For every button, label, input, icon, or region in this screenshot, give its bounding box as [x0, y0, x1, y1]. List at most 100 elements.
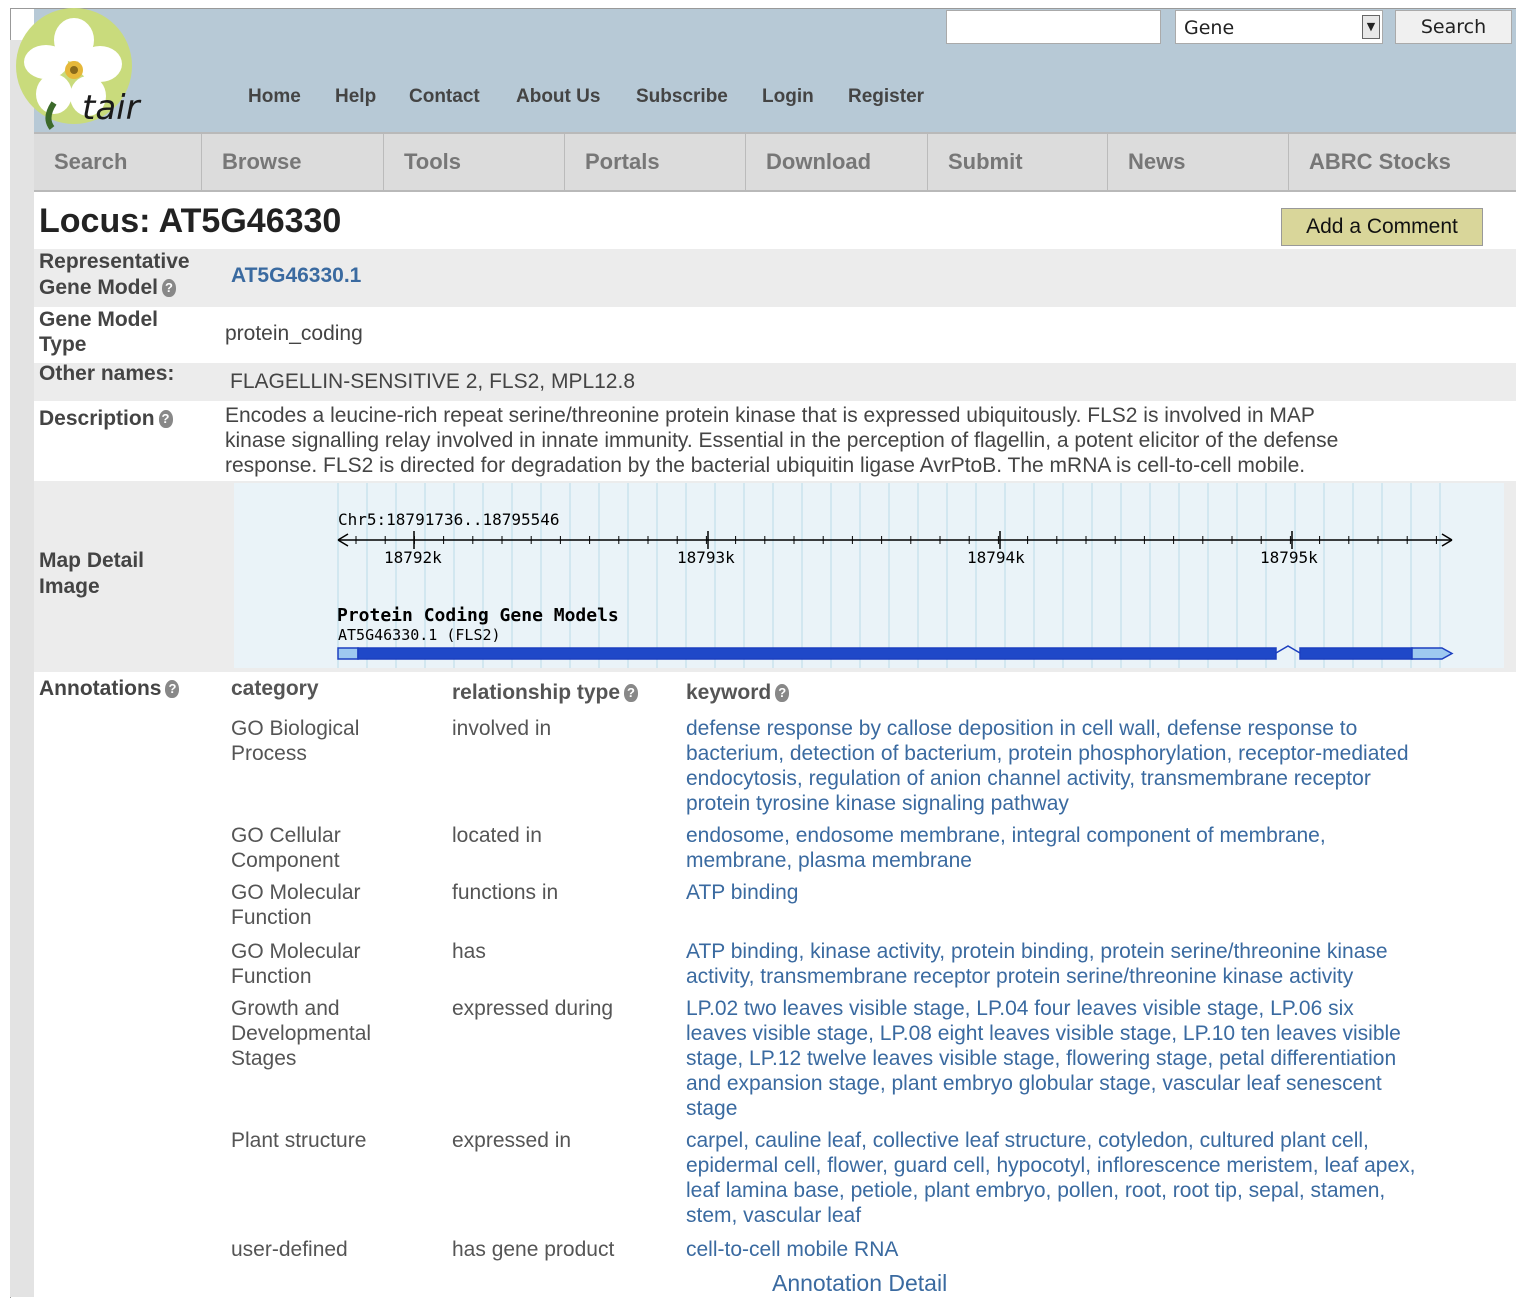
map-tick-label: 18792k — [384, 548, 442, 567]
annotation-keywords[interactable]: LP.02 two leaves visible stage, LP.04 fo… — [686, 996, 1501, 1121]
nav-search[interactable]: Search — [34, 134, 202, 190]
keyword-line[interactable]: endosome, endosome membrane, integral co… — [686, 823, 1501, 848]
annotation-relationship: located in — [452, 824, 542, 847]
rep-gene-model-link[interactable]: AT5G46330.1 — [231, 263, 361, 288]
gene-exon-2[interactable] — [1299, 647, 1413, 660]
annotation-category-line: Growth and — [231, 997, 340, 1020]
map-label-line1: Map Detail — [39, 549, 145, 572]
annotation-category-line: Stages — [231, 1047, 297, 1070]
page-title: Locus: AT5G46330 — [39, 202, 342, 240]
map-tick-label: 18793k — [677, 548, 735, 567]
annotation-category-line: GO Molecular — [231, 881, 361, 904]
annotation-category-line: user-defined — [231, 1238, 348, 1261]
nav-tools[interactable]: Tools — [384, 134, 565, 190]
help-icon[interactable]: ? — [624, 684, 639, 702]
annotation-keywords[interactable]: carpel, cauline leaf, collective leaf st… — [686, 1128, 1501, 1228]
keyword-line[interactable]: ATP binding, kinase activity, protein bi… — [686, 939, 1501, 964]
keyword-line[interactable]: stage — [686, 1096, 1501, 1121]
keyword-line[interactable]: epidermal cell, flower, guard cell, hypo… — [686, 1153, 1501, 1178]
annotation-category-line: Plant structure — [231, 1129, 367, 1152]
search-type-select[interactable]: Gene ▼ — [1175, 10, 1383, 44]
main-nav: Search Browse Tools Portals Download Sub… — [34, 132, 1516, 192]
annotation-category: GO Cellular Component — [231, 823, 341, 873]
keyword-line[interactable]: LP.02 two leaves visible stage, LP.04 fo… — [686, 996, 1501, 1021]
annotation-relationship: functions in — [452, 881, 559, 904]
annotation-detail-link[interactable]: Annotation Detail — [772, 1270, 947, 1297]
nav-news[interactable]: News — [1108, 134, 1289, 190]
link-subscribe[interactable]: Subscribe — [636, 86, 728, 108]
col-relationship-text: relationship type — [452, 681, 621, 704]
keyword-line[interactable]: stem, vascular leaf — [686, 1203, 1501, 1228]
map-label-line2: Image — [39, 575, 100, 598]
annotation-category: GO Molecular Function — [231, 939, 361, 989]
annotation-category-line: Component — [231, 849, 340, 872]
col-category: category — [231, 677, 319, 700]
keyword-line[interactable]: protein tyrosine kinase signaling pathwa… — [686, 791, 1501, 816]
nav-submit[interactable]: Submit — [928, 134, 1108, 190]
description-label: Description? — [39, 406, 173, 432]
gene-utr-3 — [1411, 647, 1454, 660]
nav-abrc-stocks[interactable]: ABRC Stocks — [1289, 134, 1516, 190]
keyword-line[interactable]: defense response by callose deposition i… — [686, 716, 1501, 741]
annotation-keywords[interactable]: endosome, endosome membrane, integral co… — [686, 823, 1501, 873]
annotation-relationship: has — [452, 940, 486, 963]
gene-intron — [1275, 645, 1301, 654]
search-button[interactable]: Search — [1395, 10, 1512, 44]
nav-browse[interactable]: Browse — [202, 134, 384, 190]
help-icon[interactable]: ? — [162, 279, 177, 297]
row-other-names: Other names: FLAGELLIN-SENSITIVE 2, FLS2… — [34, 362, 1516, 401]
keyword-line[interactable]: leaf lamina base, petiole, plant embryo,… — [686, 1178, 1501, 1203]
nav-portals[interactable]: Portals — [565, 134, 746, 190]
type-label: Gene Model Type — [39, 307, 158, 357]
annotation-category-line: Function — [231, 906, 312, 929]
keyword-line[interactable]: and expansion stage, plant embryo globul… — [686, 1071, 1501, 1096]
link-login[interactable]: Login — [762, 86, 814, 108]
help-icon[interactable]: ? — [775, 684, 790, 702]
link-help[interactable]: Help — [335, 86, 376, 108]
col-relationship-type: relationship type? — [452, 681, 639, 705]
keyword-line[interactable]: carpel, cauline leaf, collective leaf st… — [686, 1128, 1501, 1153]
annotation-relationship: has gene product — [452, 1238, 615, 1261]
rep-label-line2: Gene Model? — [39, 275, 190, 301]
keyword-line[interactable]: stage, LP.12 twelve leaves visible stage… — [686, 1046, 1501, 1071]
annotation-relationship: involved in — [452, 717, 552, 740]
annotations-label-text: Annotations — [39, 677, 162, 700]
annotation-keywords[interactable]: defense response by callose deposition i… — [686, 716, 1501, 816]
keyword-line[interactable]: bacterium, detection of bacterium, prote… — [686, 741, 1501, 766]
nav-download[interactable]: Download — [746, 134, 928, 190]
rep-label-text: Gene Model — [39, 276, 159, 299]
keyword-line[interactable]: leaves visible stage, LP.08 eight leaves… — [686, 1021, 1501, 1046]
link-register[interactable]: Register — [848, 86, 924, 108]
tair-logo-text[interactable]: tair — [82, 88, 140, 128]
annotations-label: Annotations? — [39, 676, 180, 702]
help-icon[interactable]: ? — [165, 680, 180, 698]
search-input[interactable] — [946, 10, 1161, 44]
link-home[interactable]: Home — [248, 86, 301, 108]
row-gene-model-type: Gene Model Type protein_coding — [34, 307, 1516, 363]
link-contact[interactable]: Contact — [409, 86, 480, 108]
keyword-line[interactable]: ATP binding — [686, 880, 1501, 905]
add-comment-button[interactable]: Add a Comment — [1281, 208, 1483, 246]
map-track-title: Protein Coding Gene Models — [337, 605, 619, 626]
map-detail-label: Map Detail Image — [39, 548, 144, 600]
annotation-category: Plant structure — [231, 1128, 366, 1153]
type-label-line2: Type — [39, 333, 87, 356]
annotation-relationship: expressed in — [452, 1129, 572, 1152]
help-icon[interactable]: ? — [158, 410, 173, 428]
annotation-category-line: GO Biological — [231, 717, 360, 740]
keyword-line[interactable]: activity, transmembrane receptor protein… — [686, 964, 1501, 989]
annotation-keywords[interactable]: ATP binding — [686, 880, 1501, 905]
keyword-line[interactable]: membrane, plasma membrane — [686, 848, 1501, 873]
map-tick-label: 18795k — [1260, 548, 1318, 567]
map-detail-image[interactable]: Chr5:18791736..18795546 18792k 18793k 18… — [234, 483, 1504, 668]
keyword-line[interactable]: cell-to-cell mobile RNA — [686, 1237, 1501, 1262]
row-description: Description? Encodes a leucine-rich repe… — [34, 401, 1516, 481]
rep-label-line1: Representative — [39, 250, 190, 273]
chevron-down-icon[interactable]: ▼ — [1362, 15, 1380, 39]
link-about-us[interactable]: About Us — [516, 86, 600, 108]
gene-exon-1[interactable] — [357, 647, 1277, 660]
annotation-keywords[interactable]: cell-to-cell mobile RNA — [686, 1237, 1501, 1262]
keyword-line[interactable]: endocytosis, regulation of anion channel… — [686, 766, 1501, 791]
gene-utr-5 — [337, 647, 359, 660]
annotation-keywords[interactable]: ATP binding, kinase activity, protein bi… — [686, 939, 1501, 989]
